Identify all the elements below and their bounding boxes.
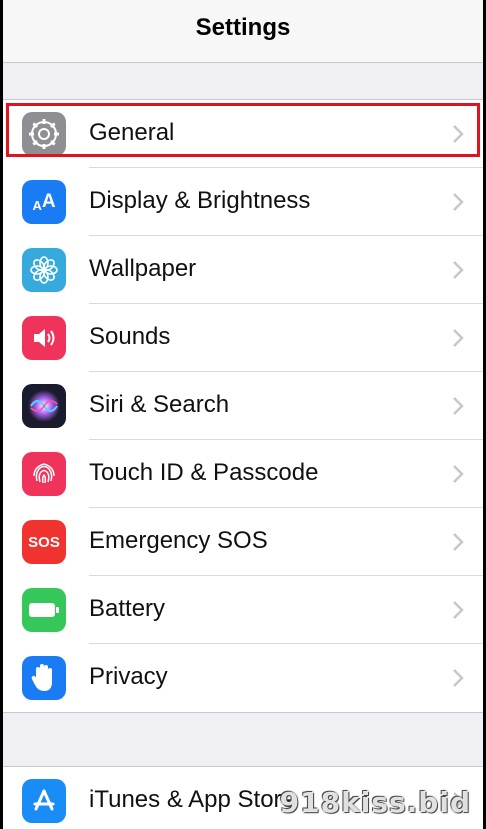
settings-item-label: Siri & Search (89, 391, 230, 418)
settings-item-label: Wallpaper (89, 255, 197, 282)
settings-item-battery[interactable]: Battery (3, 576, 483, 644)
settings-item-emergency-sos[interactable]: SOS Emergency SOS (3, 508, 483, 576)
watermark-text: 918kiss.bid (279, 786, 471, 819)
chevron-right-icon (453, 533, 464, 551)
navigation-bar: Settings (3, 0, 483, 63)
settings-item-siri-search[interactable]: Siri & Search (3, 372, 483, 440)
chevron-right-icon (453, 329, 464, 347)
chevron-right-icon (453, 261, 464, 279)
sos-icon: SOS (22, 520, 66, 564)
settings-item-label: iTunes & App Store (89, 786, 295, 813)
settings-item-display-brightness[interactable]: AA Display & Brightness (3, 168, 483, 236)
settings-item-label: Emergency SOS (89, 527, 268, 554)
settings-item-privacy[interactable]: Privacy (3, 644, 483, 712)
settings-item-sounds[interactable]: Sounds (3, 304, 483, 372)
settings-item-label: Touch ID & Passcode (89, 459, 319, 486)
settings-item-general[interactable]: General (3, 100, 483, 168)
chevron-right-icon (453, 669, 464, 687)
app-store-icon (22, 779, 66, 823)
settings-item-label: General (89, 119, 175, 146)
chevron-right-icon (453, 193, 464, 211)
speaker-icon (22, 316, 66, 360)
siri-icon (22, 384, 66, 428)
settings-item-label: Sounds (89, 323, 171, 350)
chevron-right-icon (453, 601, 464, 619)
highlight-box (6, 103, 480, 157)
chevron-right-icon (453, 125, 464, 143)
gear-icon (22, 112, 66, 156)
chevron-right-icon (453, 465, 464, 483)
settings-item-label: Privacy (89, 663, 168, 690)
fingerprint-icon (22, 452, 66, 496)
page-title: Settings (195, 14, 291, 41)
settings-group-main: General AA Display & Brightness Wallpape… (3, 99, 483, 713)
settings-screen: Settings General A A Display & Brightnes… (3, 0, 483, 829)
settings-item-label: Display & Brightness (89, 187, 311, 214)
text-size-icon: AA (22, 180, 66, 224)
sos-icon-text: SOS (28, 533, 60, 551)
settings-item-label: Battery (89, 595, 166, 622)
hand-icon (22, 656, 66, 700)
settings-item-wallpaper[interactable]: Wallpaper (3, 236, 483, 304)
flower-icon (22, 248, 66, 292)
settings-item-touch-id-passcode[interactable]: Touch ID & Passcode (3, 440, 483, 508)
battery-icon (22, 588, 66, 632)
chevron-right-icon (453, 397, 464, 415)
